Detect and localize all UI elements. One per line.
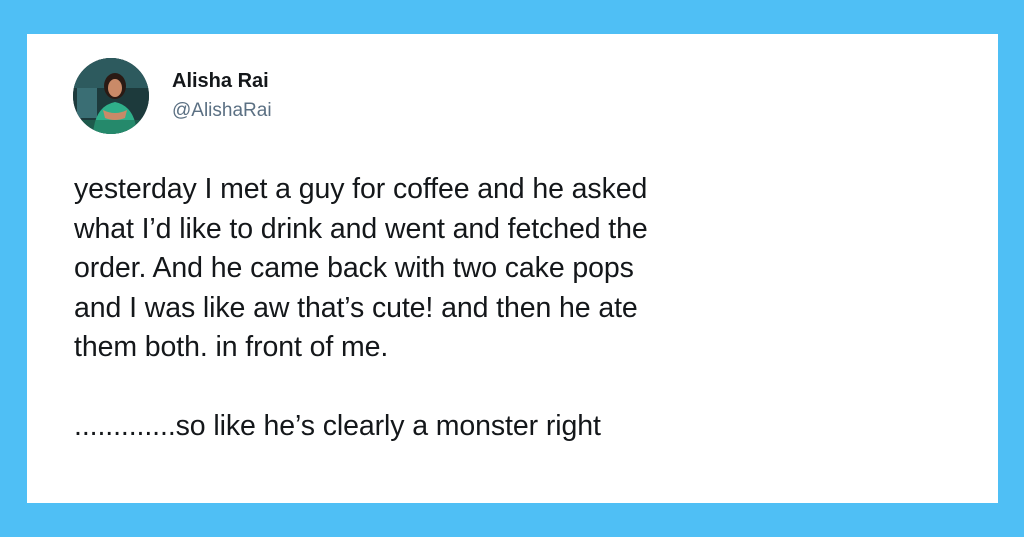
tweet-line: order. And he came back with two cake po… [74, 252, 634, 284]
tweet-line: yesterday I met a guy for coffee and he … [74, 173, 648, 205]
tweet-line: and I was like aw that’s cute! and then … [74, 291, 638, 324]
tweet-closing-line: .............so like he’s clearly a mons… [74, 410, 601, 442]
tweet-text: yesterday I met a guy for coffee and he … [74, 170, 954, 447]
author-handle[interactable]: @AlishaRai [172, 98, 272, 124]
author-display-name[interactable]: Alisha Rai [172, 68, 272, 94]
author-names: Alisha Rai @AlishaRai [172, 68, 272, 124]
avatar[interactable] [73, 58, 149, 134]
profile-photo-icon [73, 58, 149, 134]
tweet-card: Alisha Rai @AlishaRai yesterday I met a … [27, 34, 998, 503]
tweet-line: what I’d like to drink and went and fetc… [74, 212, 648, 245]
tweet-paragraph-break [74, 368, 954, 408]
tweet-header: Alisha Rai @AlishaRai [73, 58, 272, 134]
tweet-line: them both. in front of me. [74, 331, 389, 363]
